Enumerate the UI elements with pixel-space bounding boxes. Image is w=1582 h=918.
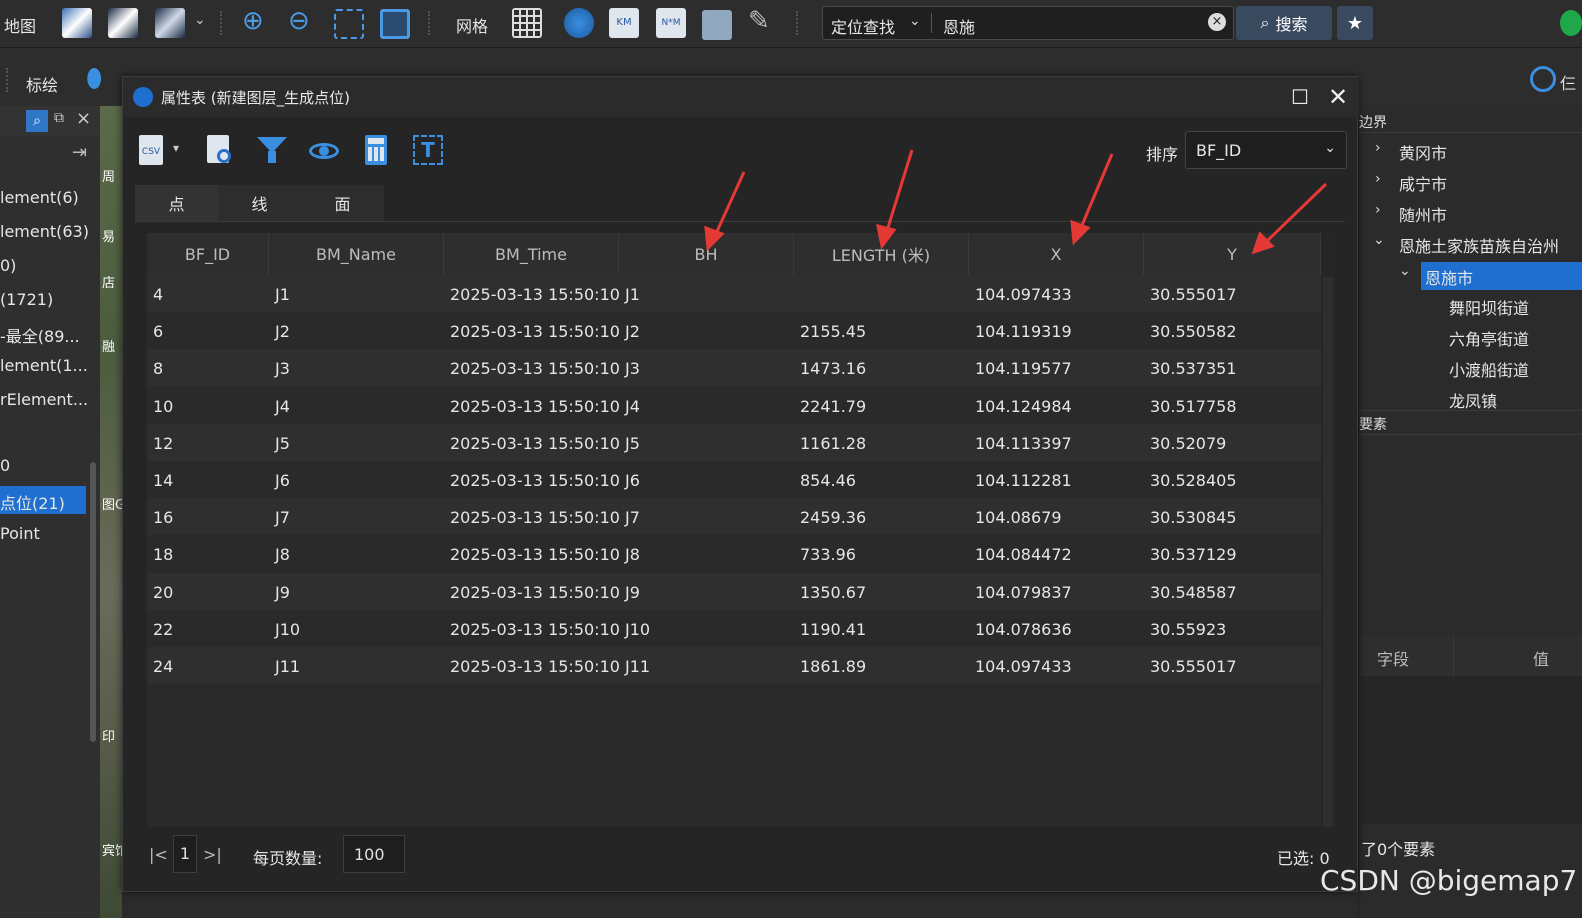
arrow-head xyxy=(1251,231,1275,255)
watermark: CSDN @bigemap7 xyxy=(1320,864,1578,897)
arrow-head xyxy=(1070,219,1091,246)
arrow-line xyxy=(1262,182,1328,246)
arrow-line xyxy=(1078,153,1114,231)
arrow-head xyxy=(704,225,725,252)
arrow-head xyxy=(876,223,897,250)
arrow-line xyxy=(712,171,746,239)
arrow-line xyxy=(884,149,914,235)
annotation-arrows xyxy=(704,149,1328,255)
